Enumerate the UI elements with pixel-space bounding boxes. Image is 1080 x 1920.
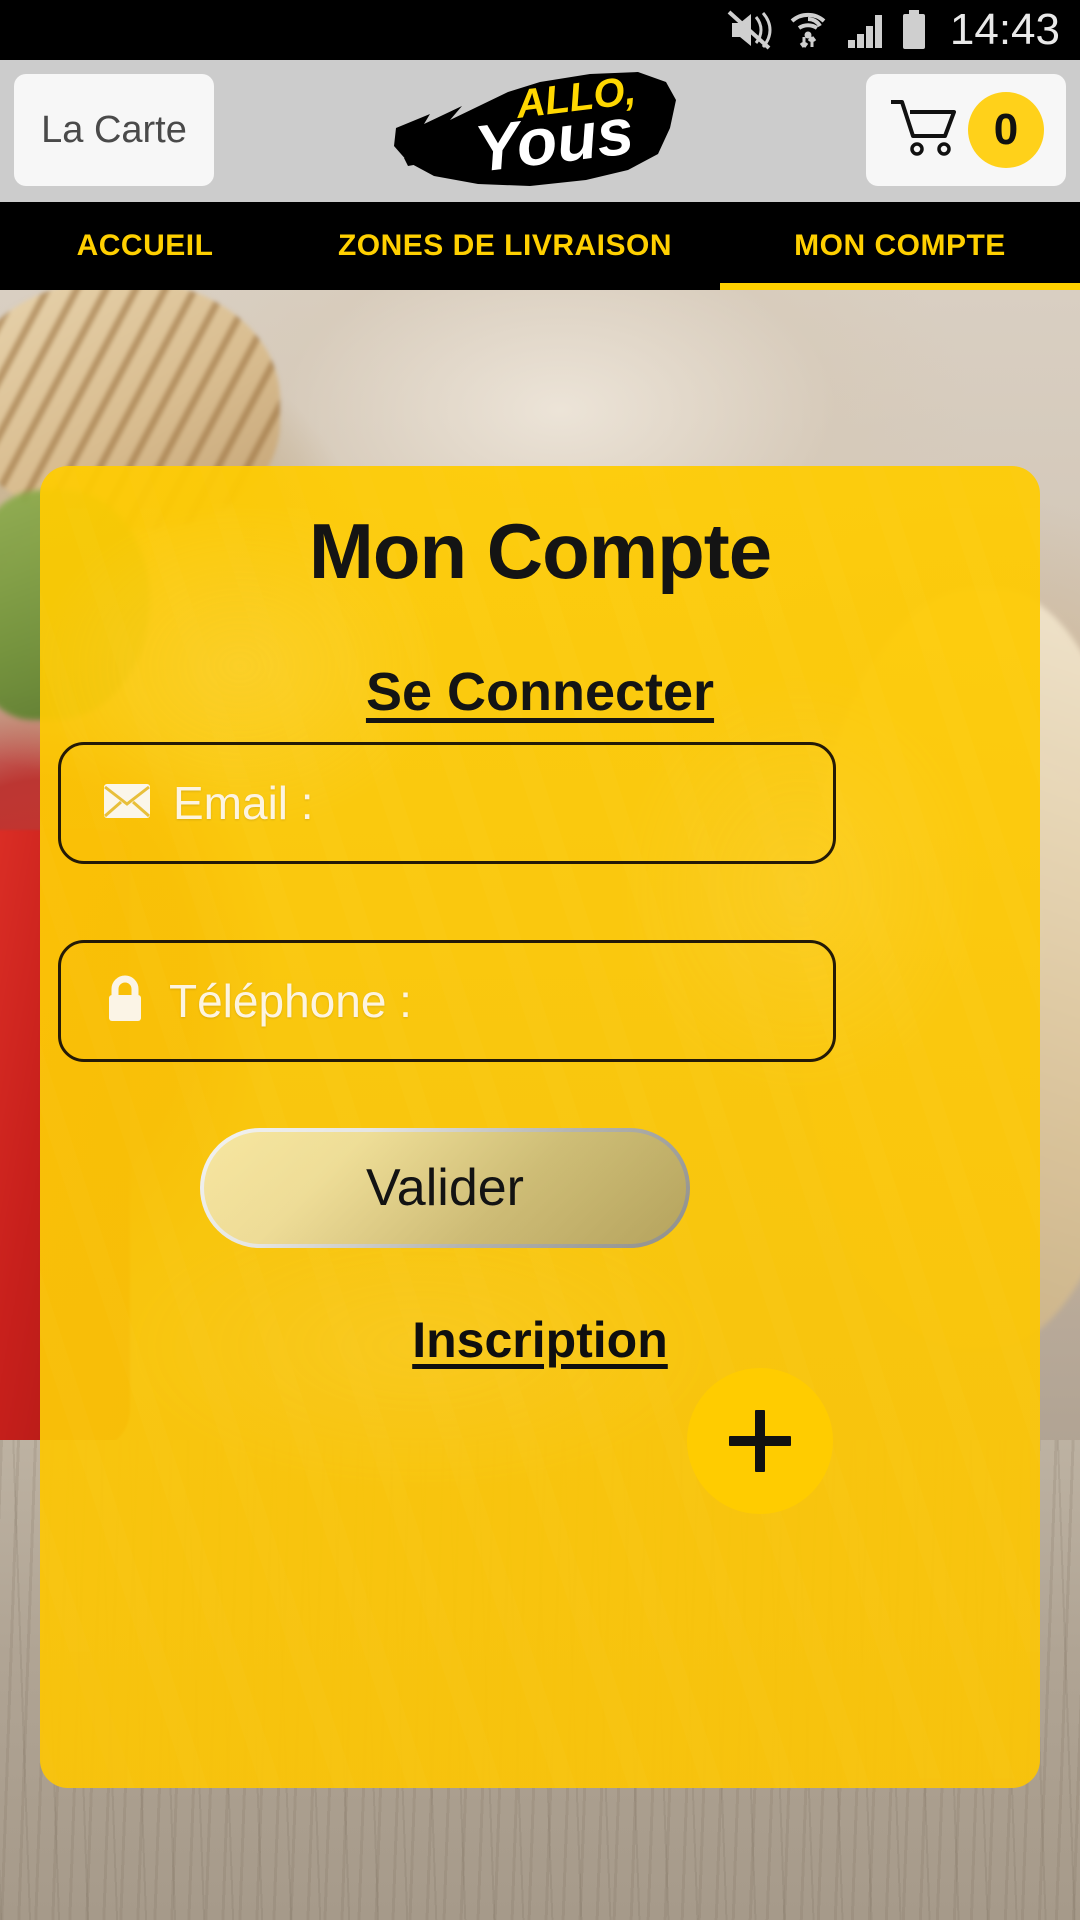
shopping-cart-icon — [888, 95, 962, 166]
app-header: La Carte ALLO, Yous 0 — [0, 60, 1080, 202]
envelope-icon — [103, 783, 151, 824]
add-fab-button[interactable] — [687, 1368, 833, 1514]
phone-field-label: Téléphone : — [169, 975, 412, 1027]
la-carte-label: La Carte — [41, 108, 187, 151]
inscription-link[interactable]: Inscription — [40, 1311, 1040, 1369]
allo-yous-logo[interactable]: ALLO, Yous — [390, 66, 690, 196]
mute-vibrate-icon — [726, 9, 772, 51]
email-field[interactable]: Email : — [58, 742, 836, 864]
tab-mon-compte[interactable]: MON COMPTE — [720, 202, 1080, 290]
tab-zones-label: ZONES DE LIVRAISON — [337, 229, 673, 262]
lock-icon — [103, 974, 147, 1029]
tab-zones-de-livraison[interactable]: ZONES DE LIVRAISON — [290, 202, 720, 290]
page-title: Mon Compte — [308, 507, 772, 595]
se-connecter-label: Se Connecter — [365, 662, 715, 722]
tab-accueil-label: ACCUEIL — [76, 229, 214, 262]
account-card: Mon Compte Se Connecter Email : Téléphon… — [40, 466, 1040, 1788]
main-nav: ACCUEIL ZONES DE LIVRAISON MON COMPTE — [0, 202, 1080, 290]
plus-icon — [729, 1410, 791, 1472]
valider-button[interactable]: Valider — [200, 1128, 690, 1248]
status-bar-clock: 14:43 — [949, 5, 1060, 54]
cart-button[interactable]: 0 — [866, 74, 1066, 186]
wifi-icon — [786, 9, 830, 51]
inscription-label: Inscription — [412, 1312, 668, 1368]
status-bar: 14:43 — [0, 0, 1080, 60]
cart-count-badge: 0 — [968, 92, 1044, 168]
email-field-label: Email : — [173, 777, 314, 829]
app-screen: 14:43 La Carte ALLO, Yous 0 ACCUEIL ZONE… — [0, 0, 1080, 1920]
la-carte-button[interactable]: La Carte — [14, 74, 214, 186]
battery-icon — [900, 9, 928, 51]
phone-field[interactable]: Téléphone : — [58, 940, 836, 1062]
se-connecter-link[interactable]: Se Connecter — [40, 661, 1040, 723]
tab-mon-compte-label: MON COMPTE — [794, 229, 1006, 262]
valider-label: Valider — [365, 1159, 524, 1217]
signal-bars-icon — [844, 10, 886, 50]
tab-accueil[interactable]: ACCUEIL — [0, 202, 290, 290]
